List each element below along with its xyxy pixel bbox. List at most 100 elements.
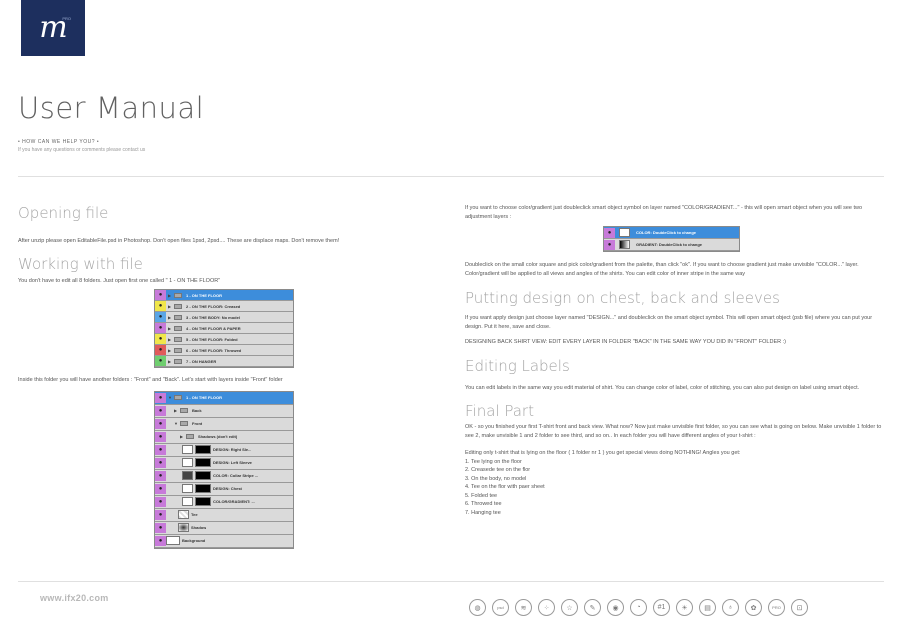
eye-icon[interactable]: ● bbox=[155, 345, 166, 355]
design-text-2: DESIGNING BACK SHIRT VIEW: EDIT EVERY LA… bbox=[465, 339, 786, 345]
pro-icon: PRO bbox=[768, 599, 785, 616]
layer-label: 2 - ON THE FLOOR: Creased bbox=[186, 303, 241, 309]
text-icon: ▤ bbox=[699, 599, 716, 616]
layer-label: DESIGN: Chest bbox=[213, 486, 242, 491]
layer-row[interactable]: ● ▶ 1 - ON THE FLOOR bbox=[155, 290, 293, 301]
eye-icon[interactable]: ● bbox=[155, 483, 166, 494]
folder-icon bbox=[174, 336, 182, 342]
list-item: 6. Throwed tee bbox=[465, 501, 502, 507]
layer-row[interactable]: ● ▶ 5 - ON THE FLOOR: Folded bbox=[155, 334, 293, 345]
eye-icon[interactable]: ● bbox=[155, 522, 166, 533]
feature-icons: ◍ psd ≋ ⁘ ☆ ✎ ◉ ◔ #1 ☀ ▤ ♁ ✿ PRO ⊡ bbox=[469, 599, 808, 616]
layer-row[interactable]: ● ▶ 7 - ON HANGER bbox=[155, 356, 293, 367]
psd-icon: psd bbox=[492, 599, 509, 616]
layers-icon: ≋ bbox=[515, 599, 532, 616]
layer-thumbnail bbox=[178, 523, 189, 532]
lock-icon: ⊡ bbox=[791, 599, 808, 616]
layer-label: 5 - ON THE FLOOR: Folded bbox=[186, 336, 238, 342]
layer-label: Tee bbox=[191, 512, 198, 517]
layer-thumbnail bbox=[166, 536, 180, 545]
layer-row[interactable]: ● DESIGN: Chest bbox=[155, 482, 293, 496]
folder-icon bbox=[174, 325, 182, 331]
eye-icon[interactable]: ● bbox=[155, 431, 166, 442]
folder-icon bbox=[174, 303, 182, 309]
layer-label: COLOR: Collar Stripe ... bbox=[213, 473, 259, 478]
eye-icon[interactable]: ● bbox=[155, 496, 166, 507]
bulb-icon: ♁ bbox=[722, 599, 739, 616]
design-heading: Putting design on chest, back and sleeve… bbox=[465, 289, 780, 307]
layer-row[interactable]: ● DESIGN: Left Sleeve bbox=[155, 456, 293, 470]
folder-icon bbox=[180, 408, 188, 413]
opening-text: After unzip please open EditableFile.psd… bbox=[18, 238, 340, 244]
help-subtext: If you have any questions or comments pl… bbox=[18, 147, 146, 153]
eye-icon[interactable]: ● bbox=[155, 290, 166, 300]
timer-icon: ◔ bbox=[630, 599, 647, 616]
eye-icon[interactable]: ● bbox=[604, 239, 615, 250]
layer-row[interactable]: ● ▶ 4 - ON THE FLOOR & PAPER bbox=[155, 323, 293, 334]
layer-row[interactable]: ● Background bbox=[155, 534, 293, 548]
eye-icon[interactable]: ● bbox=[155, 392, 166, 403]
layer-label: 1 - ON THE FLOOR bbox=[186, 292, 222, 298]
list-item: 5. Folded tee bbox=[465, 492, 498, 499]
page-title: User Manual bbox=[18, 91, 205, 125]
eye-icon[interactable]: ● bbox=[155, 418, 166, 429]
layer-thumbnail bbox=[182, 484, 193, 493]
eye-icon[interactable]: ● bbox=[155, 301, 166, 311]
layer-label: Background bbox=[182, 538, 206, 543]
adjustment-layer-row[interactable]: ● COLOR: DoubleClick to change bbox=[604, 227, 739, 239]
layer-row[interactable]: ● ▶ 2 - ON THE FLOOR: Creased bbox=[155, 301, 293, 312]
footer-url[interactable]: www.ifx20.com bbox=[40, 593, 109, 603]
folder-icon bbox=[174, 395, 182, 400]
layer-mask-thumbnail bbox=[195, 458, 211, 467]
list-item: 1. Tee lying on the floor bbox=[465, 458, 522, 465]
angles-list: 1. Tee lying on the floor 2. Creasede tee… bbox=[465, 458, 885, 518]
layer-row[interactable]: ● ▼ Front bbox=[155, 417, 293, 431]
bottom-divider bbox=[18, 581, 884, 582]
layer-row[interactable]: ● Tee bbox=[155, 508, 293, 522]
eye-icon[interactable]: ● bbox=[155, 535, 166, 546]
list-item: 3. On the body, no model bbox=[465, 475, 527, 482]
eye-icon[interactable]: ● bbox=[155, 334, 166, 344]
layer-label: Front bbox=[192, 421, 203, 426]
help-heading: • HOW CAN WE HELP YOU? • bbox=[18, 139, 100, 145]
opening-heading: Opening file bbox=[18, 204, 109, 222]
adjustment-thumbnail bbox=[619, 240, 630, 249]
layer-row[interactable]: ● ▶ Back bbox=[155, 404, 293, 418]
folder-icon bbox=[174, 292, 182, 298]
layer-row[interactable]: ● ▶ Shadows (don't edit) bbox=[155, 430, 293, 444]
folder-icon bbox=[186, 434, 194, 439]
eye-icon[interactable]: ● bbox=[155, 312, 166, 322]
layer-thumbnail bbox=[182, 458, 193, 467]
layer-mask-thumbnail bbox=[195, 497, 211, 506]
layer-row[interactable]: ● COLOR: Collar Stripe ... bbox=[155, 469, 293, 483]
eye-icon[interactable]: ● bbox=[155, 323, 166, 333]
labels-heading: Editing Labels bbox=[465, 356, 570, 375]
eye-icon[interactable]: ● bbox=[155, 444, 166, 455]
adjustment-layer-row[interactable]: ● GRADIENT: DoubleClick to change bbox=[604, 239, 739, 251]
layer-thumbnail bbox=[178, 510, 189, 519]
eye-icon: ◉ bbox=[607, 599, 624, 616]
eye-icon[interactable]: ● bbox=[155, 405, 166, 416]
design-text: If you want apply design just choose lay… bbox=[465, 315, 873, 330]
folder-icon bbox=[174, 358, 182, 364]
working-heading: Working with file bbox=[18, 254, 143, 273]
eye-icon[interactable]: ● bbox=[155, 457, 166, 468]
layer-thumbnail bbox=[182, 445, 193, 454]
layer-label: 3 - ON THE BODY: No model bbox=[186, 314, 240, 320]
layer-label: 6 - ON THE FLOOR: Throwed bbox=[186, 347, 242, 353]
layer-label: Shadow bbox=[191, 525, 207, 530]
layer-row[interactable]: ● DESIGN: Right Sle... bbox=[155, 443, 293, 457]
layer-row[interactable]: ● COLOR/GRADIENT: ... bbox=[155, 495, 293, 509]
eye-icon[interactable]: ● bbox=[155, 356, 166, 366]
eye-icon[interactable]: ● bbox=[155, 470, 166, 481]
layer-row[interactable]: ● ▼ 1 - ON THE FLOOR bbox=[155, 391, 293, 405]
eye-icon[interactable]: ● bbox=[155, 509, 166, 520]
layer-row[interactable]: ● Shadow bbox=[155, 521, 293, 535]
top-divider bbox=[18, 176, 884, 177]
eye-icon[interactable]: ● bbox=[604, 227, 615, 238]
adjustment-label: GRADIENT: DoubleClick to change bbox=[636, 242, 703, 247]
layer-row[interactable]: ● ▶ 6 - ON THE FLOOR: Throwed bbox=[155, 345, 293, 356]
left-column: Opening file After unzip please open Edi… bbox=[18, 204, 438, 549]
layer-row[interactable]: ● ▶ 3 - ON THE BODY: No model bbox=[155, 312, 293, 323]
color-text-2: Doubleclick on the small color square an… bbox=[465, 262, 859, 277]
